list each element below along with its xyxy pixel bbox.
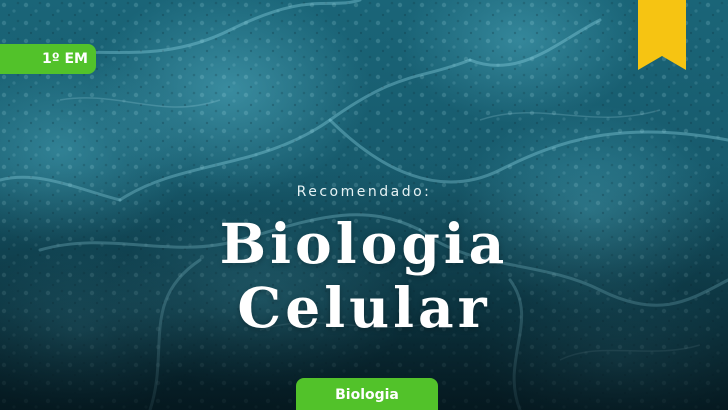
course-title[interactable]: Biologia Celular bbox=[0, 212, 728, 340]
course-title-line-1: Biologia bbox=[219, 211, 509, 276]
subject-badge[interactable]: Biologia bbox=[296, 378, 438, 410]
recommended-label: Recomendado: bbox=[296, 184, 432, 200]
bottom-shade bbox=[0, 0, 728, 410]
bookmark-icon[interactable] bbox=[638, 0, 686, 70]
course-title-line-2: Celular bbox=[237, 275, 491, 340]
recommendation-card[interactable]: 1º EM Recomendado: Biologia Celular Biol… bbox=[0, 0, 728, 410]
grade-badge: 1º EM bbox=[0, 44, 96, 74]
